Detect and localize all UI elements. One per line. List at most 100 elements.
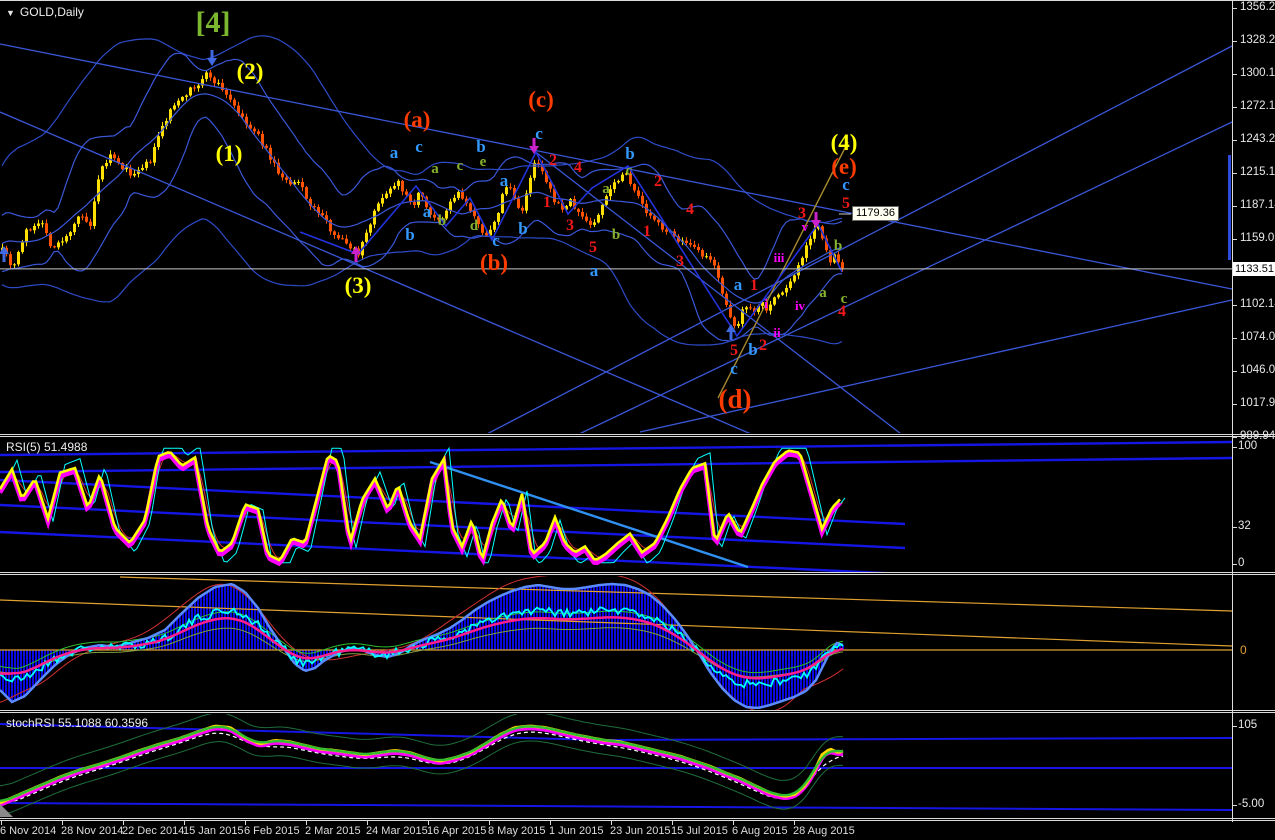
price-tick-mark (1233, 107, 1237, 108)
price-tick-mark (1233, 206, 1237, 207)
wave-label: 5 (842, 195, 850, 212)
chart-window: ▼ GOLD,Daily [4] (2) (1) (3) (a) (c) (b) (4) (e)(… (0, 0, 1275, 840)
wave-label: 4 (574, 159, 582, 176)
wave-label: 5 (730, 342, 738, 359)
wave-label: c (842, 175, 850, 194)
price-tick-mark (1233, 8, 1237, 9)
wave-label: a (602, 181, 610, 197)
price-tick-label: 1102.14 (1240, 298, 1275, 310)
price-tick-label: 1272.14 (1240, 100, 1275, 112)
wave-label: 2 (759, 337, 767, 354)
price-tick-label: 1046.04 (1240, 364, 1275, 376)
wave-label: e (479, 154, 487, 170)
wave-label: [4] (195, 6, 231, 39)
price-tick-mark (1233, 140, 1237, 141)
current-price-label: 1133.51 (1233, 262, 1275, 277)
wave-label: b (476, 137, 486, 156)
wave-label: a (389, 143, 399, 162)
wave-label: (1) (215, 141, 243, 166)
wave-label: b (625, 144, 635, 163)
price-tick-mark (1233, 437, 1237, 438)
wave-label: 2 (549, 152, 557, 169)
wave-arrow-up (351, 246, 361, 262)
wave-label: c (730, 359, 738, 378)
chart-title-bar: ▼ GOLD,Daily (6, 5, 84, 19)
wave-label: 1 (543, 194, 551, 211)
price-tick-mark (1233, 404, 1237, 405)
rsi-level-label: 0 (1238, 557, 1245, 569)
wave-label: 3 (566, 217, 574, 234)
time-tick-label: 6 Nov 2014 (0, 825, 57, 837)
rsi-level-label: 32 (1238, 520, 1251, 532)
price-tick-mark (1233, 239, 1237, 240)
dropdown-icon[interactable]: ▼ (6, 8, 15, 18)
price-tick-label: 1328.24 (1240, 34, 1275, 46)
wave-label: 1 (750, 277, 758, 294)
wave-label: b (518, 219, 528, 238)
wave-label: (3) (344, 273, 372, 298)
wave-label: 1 (643, 223, 651, 240)
price-tick-label: 1243.24 (1240, 133, 1275, 145)
chart-canvas[interactable] (0, 0, 1275, 840)
price-tick-label: 1159.09 (1240, 232, 1275, 244)
wave-label: 3 (676, 253, 684, 270)
price-tick-label: 1017.99 (1240, 397, 1275, 409)
price-tick-mark (1233, 338, 1237, 339)
wave-label: (2) (236, 59, 264, 84)
wave-label: 4 (838, 303, 846, 320)
stoch-level-label: -5.00 (1238, 798, 1265, 810)
time-tick-label: 28 Nov 2014 (61, 825, 124, 837)
time-tick-label: 1 Jun 2015 (549, 825, 604, 837)
symbol-period-label: GOLD,Daily (19, 5, 84, 19)
trendline-price-label: 1179.36 (852, 206, 899, 222)
wave-arrow-down (207, 50, 217, 66)
price-tick-mark (1233, 305, 1237, 306)
rsi-indicator-label: RSI(5) 51.4988 (6, 440, 88, 454)
time-tick-label: 28 Aug 2015 (793, 825, 855, 837)
time-tick-label: 15 Jul 2015 (671, 825, 728, 837)
wave-label: (4) (830, 130, 858, 155)
macd-pane (0, 576, 1232, 710)
wave-label: 2 (654, 173, 662, 190)
wave-label: a (431, 161, 439, 177)
price-tick-mark (1233, 41, 1237, 42)
wave-label: i (764, 296, 768, 311)
wave-label: (d) (718, 384, 752, 414)
time-tick-label: 24 Mar 2015 (366, 825, 428, 837)
stochrsi-pane (0, 714, 1232, 816)
price-tick-label: 1187.14 (1240, 199, 1275, 211)
wave-label: a (422, 202, 432, 221)
wave-label: ii (773, 325, 781, 340)
wave-label: v (801, 219, 809, 234)
macd-zero-label: 0 (1240, 643, 1247, 657)
wave-label: d (469, 218, 479, 234)
time-tick-label: 6 Feb 2015 (244, 825, 300, 837)
wave-label: b (405, 225, 415, 244)
price-tick-mark (1233, 74, 1237, 75)
price-tick-mark (1233, 173, 1237, 174)
wave-label: 5 (589, 239, 597, 256)
wave-label: a (733, 275, 743, 294)
rsi-level-label: 100 (1238, 440, 1258, 452)
time-tick-label: 15 Jan 2015 (183, 825, 244, 837)
price-tick-mark (1233, 371, 1237, 372)
wave-label: iv (794, 298, 806, 313)
wave-label: b (748, 340, 758, 359)
wave-label: b (611, 227, 621, 243)
stoch-level-label: 105 (1238, 719, 1258, 731)
price-tick-label: 1300.19 (1240, 67, 1275, 79)
wave-label: (a) (403, 107, 431, 132)
price-tick-label: 1356.29 (1240, 1, 1275, 13)
wave-label: c (535, 124, 543, 143)
wave-label: 4 (686, 201, 694, 218)
wave-label: a (589, 261, 599, 280)
wave-label: a (499, 171, 509, 190)
price-tick-label: 1074.09 (1240, 331, 1275, 343)
scroll-corner-icon[interactable] (0, 804, 13, 817)
time-tick-label: 8 May 2015 (488, 825, 546, 837)
wave-label: a (819, 285, 827, 301)
wave-label: iii (773, 250, 785, 265)
time-tick-label: 6 Aug 2015 (732, 825, 788, 837)
wave-label: b (437, 213, 447, 229)
wave-label: c (625, 163, 633, 179)
